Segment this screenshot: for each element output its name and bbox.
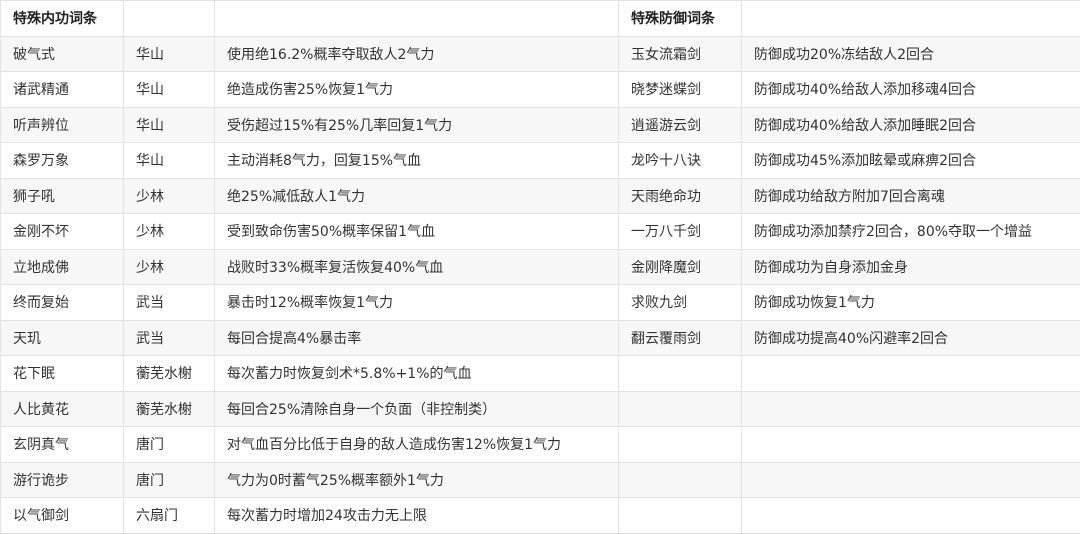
internal-name-cell: 狮子吼: [1, 178, 124, 214]
table-row: 天玑武当每回合提高4%暴击率翻云覆雨剑防御成功提高40%闪避率2回合: [1, 320, 1080, 356]
defense-effect-cell: 防御成功给敌方附加7回合离魂: [742, 178, 1080, 214]
defense-name-cell: [619, 356, 742, 392]
table-row: 立地成佛少林战败时33%概率复活恢复40%气血金刚降魔剑防御成功为自身添加金身: [1, 249, 1080, 285]
skill-table: 特殊内功词条 特殊防御词条 破气式华山使用绝16.2%概率夺取敌人2气力玉女流霜…: [0, 0, 1080, 534]
internal-sect-cell: 武当: [124, 285, 215, 321]
internal-effect-cell: 使用绝16.2%概率夺取敌人2气力: [215, 36, 619, 72]
defense-effect-cell: 防御成功20%冻结敌人2回合: [742, 36, 1080, 72]
defense-effect-cell: [742, 427, 1080, 463]
defense-name-cell: [619, 462, 742, 498]
internal-sect-cell: 蘅芜水榭: [124, 356, 215, 392]
internal-name-cell: 花下眠: [1, 356, 124, 392]
defense-name-cell: 逍遥游云剑: [619, 107, 742, 143]
internal-effect-cell: 暴击时12%概率恢复1气力: [215, 285, 619, 321]
internal-sect-cell: 少林: [124, 214, 215, 250]
internal-name-cell: 玄阴真气: [1, 427, 124, 463]
internal-effect-cell: 战败时33%概率复活恢复40%气血: [215, 249, 619, 285]
table-row: 以气御剑六扇门每次蓄力时增加24攻击力无上限: [1, 498, 1080, 534]
table-row: 金刚不坏少林受到致命伤害50%概率保留1气血一万八千剑防御成功添加禁疗2回合，8…: [1, 214, 1080, 250]
defense-name-cell: 金刚降魔剑: [619, 249, 742, 285]
internal-effect-cell: 主动消耗8气力，回复15%气血: [215, 143, 619, 179]
table-row: 森罗万象华山主动消耗8气力，回复15%气血龙吟十八诀防御成功45%添加眩晕或麻痹…: [1, 143, 1080, 179]
internal-name-cell: 游行诡步: [1, 462, 124, 498]
internal-name-cell: 森罗万象: [1, 143, 124, 179]
defense-name-cell: 求败九剑: [619, 285, 742, 321]
defense-name-cell: 晓梦迷蝶剑: [619, 72, 742, 108]
internal-effect-cell: 每回合提高4%暴击率: [215, 320, 619, 356]
table-row: 终而复始武当暴击时12%概率恢复1气力求败九剑防御成功恢复1气力: [1, 285, 1080, 321]
defense-header: 特殊防御词条: [619, 1, 742, 37]
defense-name-cell: 玉女流霜剑: [619, 36, 742, 72]
defense-name-cell: [619, 427, 742, 463]
internal-effect-cell: 绝造成伤害25%恢复1气力: [215, 72, 619, 108]
defense-effect-cell: [742, 356, 1080, 392]
internal-name-cell: 人比黄花: [1, 391, 124, 427]
internal-effect-cell: 受到致命伤害50%概率保留1气血: [215, 214, 619, 250]
table-body: 破气式华山使用绝16.2%概率夺取敌人2气力玉女流霜剑防御成功20%冻结敌人2回…: [1, 36, 1080, 533]
internal-sect-cell: 唐门: [124, 427, 215, 463]
internal-name-cell: 以气御剑: [1, 498, 124, 534]
defense-name-cell: 龙吟十八诀: [619, 143, 742, 179]
table-row: 听声辨位华山受伤超过15%有25%几率回复1气力逍遥游云剑防御成功40%给敌人添…: [1, 107, 1080, 143]
defense-effect-cell: [742, 498, 1080, 534]
internal-header-sect: [124, 1, 215, 37]
internal-sect-cell: 少林: [124, 178, 215, 214]
internal-sect-cell: 武当: [124, 320, 215, 356]
defense-name-cell: [619, 498, 742, 534]
defense-effect-cell: 防御成功40%给敌人添加睡眠2回合: [742, 107, 1080, 143]
internal-name-cell: 天玑: [1, 320, 124, 356]
defense-header-effect: [742, 1, 1080, 37]
internal-header-effect: [215, 1, 619, 37]
internal-header: 特殊内功词条: [1, 1, 124, 37]
internal-effect-cell: 受伤超过15%有25%几率回复1气力: [215, 107, 619, 143]
internal-name-cell: 金刚不坏: [1, 214, 124, 250]
internal-effect-cell: 每回合25%清除自身一个负面（非控制类）: [215, 391, 619, 427]
defense-effect-cell: 防御成功为自身添加金身: [742, 249, 1080, 285]
table-header-row: 特殊内功词条 特殊防御词条: [1, 1, 1080, 37]
internal-effect-cell: 每次蓄力时增加24攻击力无上限: [215, 498, 619, 534]
defense-name-cell: 翻云覆雨剑: [619, 320, 742, 356]
defense-name-cell: [619, 391, 742, 427]
defense-effect-cell: 防御成功恢复1气力: [742, 285, 1080, 321]
internal-sect-cell: 少林: [124, 249, 215, 285]
internal-sect-cell: 华山: [124, 143, 215, 179]
table-row: 玄阴真气唐门对气血百分比低于自身的敌人造成伤害12%恢复1气力: [1, 427, 1080, 463]
internal-sect-cell: 唐门: [124, 462, 215, 498]
internal-sect-cell: 蘅芜水榭: [124, 391, 215, 427]
table-row: 狮子吼少林绝25%减低敌人1气力天雨绝命功防御成功给敌方附加7回合离魂: [1, 178, 1080, 214]
table-row: 花下眠蘅芜水榭每次蓄力时恢复剑术*5.8%+1%的气血: [1, 356, 1080, 392]
internal-name-cell: 听声辨位: [1, 107, 124, 143]
table-row: 诸武精通华山绝造成伤害25%恢复1气力晓梦迷蝶剑防御成功40%给敌人添加移魂4回…: [1, 72, 1080, 108]
internal-name-cell: 破气式: [1, 36, 124, 72]
table-row: 破气式华山使用绝16.2%概率夺取敌人2气力玉女流霜剑防御成功20%冻结敌人2回…: [1, 36, 1080, 72]
defense-effect-cell: 防御成功添加禁疗2回合，80%夺取一个增益: [742, 214, 1080, 250]
defense-name-cell: 一万八千剑: [619, 214, 742, 250]
internal-sect-cell: 华山: [124, 107, 215, 143]
defense-effect-cell: 防御成功45%添加眩晕或麻痹2回合: [742, 143, 1080, 179]
defense-effect-cell: 防御成功提高40%闪避率2回合: [742, 320, 1080, 356]
internal-sect-cell: 华山: [124, 72, 215, 108]
internal-name-cell: 立地成佛: [1, 249, 124, 285]
defense-name-cell: 天雨绝命功: [619, 178, 742, 214]
internal-effect-cell: 对气血百分比低于自身的敌人造成伤害12%恢复1气力: [215, 427, 619, 463]
defense-effect-cell: [742, 391, 1080, 427]
internal-name-cell: 终而复始: [1, 285, 124, 321]
table-row: 人比黄花蘅芜水榭每回合25%清除自身一个负面（非控制类）: [1, 391, 1080, 427]
internal-effect-cell: 每次蓄力时恢复剑术*5.8%+1%的气血: [215, 356, 619, 392]
internal-name-cell: 诸武精通: [1, 72, 124, 108]
defense-effect-cell: 防御成功40%给敌人添加移魂4回合: [742, 72, 1080, 108]
table-row: 游行诡步唐门气力为0时蓄气25%概率额外1气力: [1, 462, 1080, 498]
internal-effect-cell: 绝25%减低敌人1气力: [215, 178, 619, 214]
internal-effect-cell: 气力为0时蓄气25%概率额外1气力: [215, 462, 619, 498]
internal-sect-cell: 六扇门: [124, 498, 215, 534]
internal-sect-cell: 华山: [124, 36, 215, 72]
defense-effect-cell: [742, 462, 1080, 498]
